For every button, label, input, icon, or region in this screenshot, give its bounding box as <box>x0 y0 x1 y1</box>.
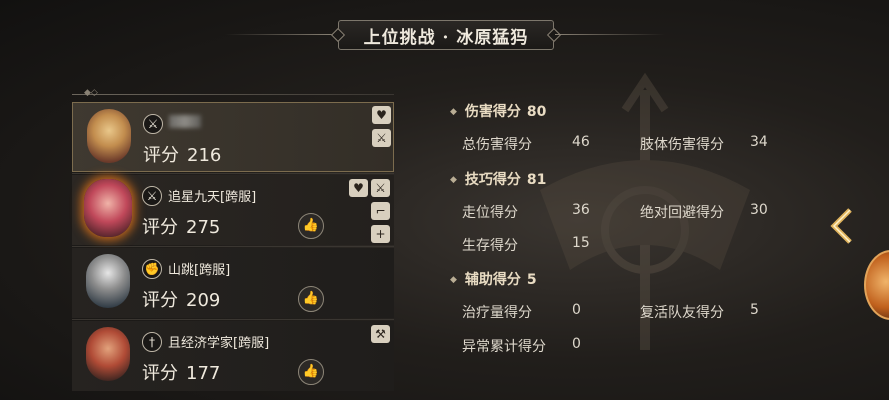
chevron-left-icon[interactable] <box>828 207 856 245</box>
player-name: 山跳[跨服] <box>168 263 231 278</box>
skill-score-header: ◆ 技巧得分 81 <box>450 172 547 188</box>
like-button[interactable]: 👍 <box>298 286 324 312</box>
plus-icon: + <box>371 225 390 243</box>
gauntlet-icon: ✊ <box>142 259 162 279</box>
list-divider <box>72 94 394 95</box>
player-score: 评分 216 <box>143 145 222 166</box>
title-divider-left <box>225 34 335 35</box>
blurred-name <box>169 115 201 128</box>
bullet-icon: ◆ <box>450 275 457 285</box>
diamond-ornament-icon: ◆◇ <box>84 88 98 98</box>
like-button[interactable]: 👍 <box>298 359 324 385</box>
avatar <box>86 327 130 381</box>
stat-label: 肢体伤害得分 <box>640 137 724 153</box>
hammer-icon: ⚒ <box>371 325 390 343</box>
stat-label: 绝对回避得分 <box>640 205 724 221</box>
stat-value: 36 <box>572 202 590 218</box>
player-name <box>169 114 201 129</box>
player-card-4[interactable]: † 且经济学家[跨服] 评分 177 👍 ⚒ <box>72 321 394 391</box>
card-divider <box>72 173 394 174</box>
avatar <box>84 179 132 237</box>
player-card-2[interactable]: ⚔ 追星九天[跨服] 评分 275 👍 ♥ ⚔ ⌐ + <box>72 175 394 245</box>
bullet-icon: ◆ <box>450 175 457 185</box>
card-divider <box>72 319 394 320</box>
stat-label: 复活队友得分 <box>640 305 724 321</box>
player-score: 评分 275 <box>142 217 221 238</box>
title-divider-right <box>555 34 665 35</box>
crossed-swords-icon: ⚔ <box>142 186 162 206</box>
stat-label: 总伤害得分 <box>462 137 532 153</box>
stat-value: 34 <box>750 134 768 150</box>
sword-icon: † <box>142 332 162 352</box>
crossed-swords-icon: ⚔ <box>371 179 390 197</box>
stat-value: 0 <box>572 336 581 352</box>
crossed-swords-icon: ⚔ <box>143 114 163 134</box>
player-card-3[interactable]: ✊ 山跳[跨服] 评分 209 👍 <box>72 248 394 318</box>
avatar <box>86 254 130 308</box>
stat-label: 走位得分 <box>462 205 518 221</box>
player-name: 且经济学家[跨服] <box>168 336 270 351</box>
crossed-swords-icon: ⚔ <box>372 129 391 147</box>
player-score: 评分 209 <box>142 290 221 311</box>
boot-icon: ⌐ <box>371 202 390 220</box>
stat-value: 5 <box>750 302 759 318</box>
avatar <box>87 109 131 163</box>
player-score: 评分 177 <box>142 363 221 384</box>
bullet-icon: ◆ <box>450 107 457 117</box>
heart-icon: ♥ <box>349 179 368 197</box>
support-score-header: ◆ 辅助得分 5 <box>450 272 537 288</box>
stat-value: 0 <box>572 302 581 318</box>
like-button[interactable]: 👍 <box>298 213 324 239</box>
player-name: 追星九天[跨服] <box>168 190 257 205</box>
title-bar: 上位挑战 · 冰原猛犸 <box>0 18 889 50</box>
stat-value: 15 <box>572 235 590 251</box>
side-menu-orb-button[interactable] <box>864 250 889 320</box>
page-title: 上位挑战 · 冰原猛犸 <box>338 20 554 50</box>
damage-score-header: ◆ 伤害得分 80 <box>450 104 547 120</box>
player-card-1[interactable]: ⚔ 评分 216 ♥ ⚔ <box>72 102 394 172</box>
stat-label: 生存得分 <box>462 238 518 254</box>
stat-value: 30 <box>750 202 768 218</box>
heart-icon: ♥ <box>372 106 391 124</box>
stat-label: 治疗量得分 <box>462 305 532 321</box>
stat-label: 异常累计得分 <box>462 339 546 355</box>
card-divider <box>72 246 394 247</box>
stat-value: 46 <box>572 134 590 150</box>
